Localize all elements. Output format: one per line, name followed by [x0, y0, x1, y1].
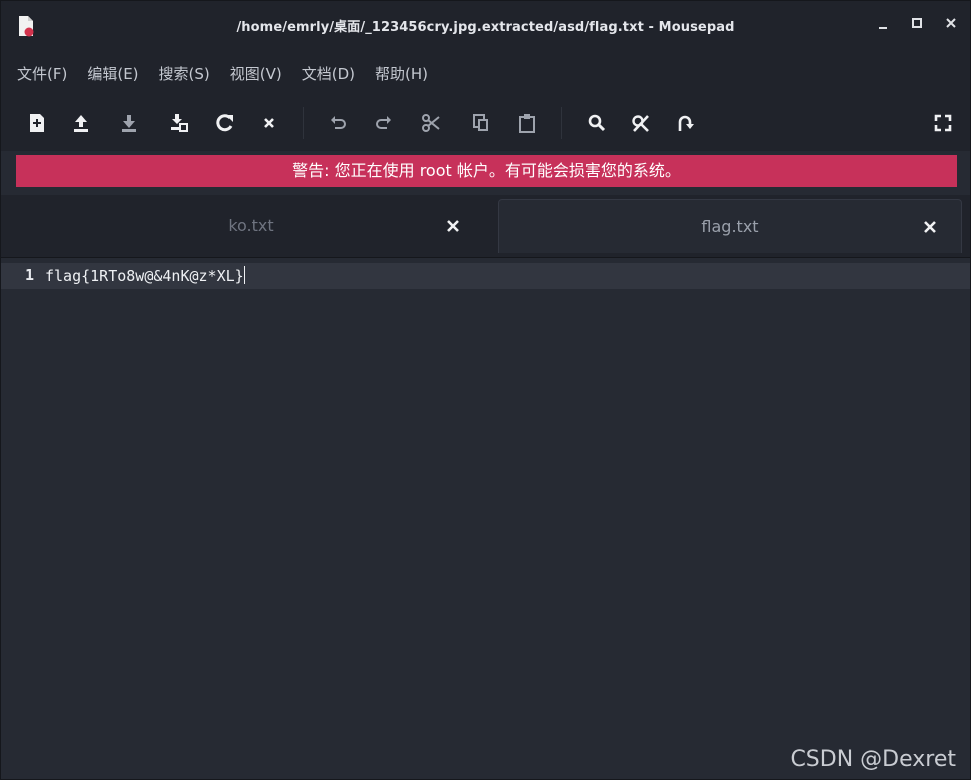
- root-warning-banner: 警告: 您正在使用 root 帐户。有可能会损害您的系统。: [16, 155, 957, 187]
- undo-button[interactable]: [327, 111, 351, 135]
- toolbar-separator: [303, 107, 304, 139]
- line-text[interactable]: flag{1RTo8w@&4nK@z*XL}: [45, 266, 245, 285]
- menu-file[interactable]: 文件(F): [17, 63, 67, 84]
- toolbar-separator: [561, 107, 562, 139]
- menu-edit[interactable]: 编辑(E): [87, 63, 138, 84]
- copy-icon: [473, 114, 488, 131]
- menu-search[interactable]: 搜索(S): [159, 63, 210, 84]
- text-cursor: [243, 266, 245, 284]
- cut-button[interactable]: [419, 111, 443, 135]
- close-icon: [924, 221, 936, 233]
- go-to-line-icon: [678, 115, 694, 131]
- text-editor[interactable]: 1 flag{1RTo8w@&4nK@z*XL} CSDN @Dexret: [1, 257, 970, 779]
- toolbar: [1, 95, 970, 151]
- redo-button[interactable]: [371, 111, 395, 135]
- undo-icon: [331, 116, 346, 129]
- reload-button[interactable]: [213, 111, 237, 135]
- minimize-button[interactable]: [876, 16, 890, 30]
- watermark: CSDN @Dexret: [790, 747, 956, 772]
- maximize-icon: [912, 18, 922, 28]
- find-replace-button[interactable]: [629, 111, 653, 135]
- mousepad-window: /home/emrly/桌面/_123456cry.jpg.extracted/…: [0, 0, 971, 780]
- fullscreen-button[interactable]: [931, 111, 955, 135]
- close-document-button[interactable]: [257, 111, 281, 135]
- new-document-button[interactable]: [25, 111, 49, 135]
- tab-label: flag.txt: [701, 217, 759, 236]
- close-icon: [447, 220, 459, 232]
- open-upload-icon: [74, 115, 88, 132]
- window-controls: [876, 16, 958, 30]
- tab-bar: ko.txt flag.txt: [1, 195, 970, 257]
- redo-icon: [376, 116, 391, 129]
- tab-label: ko.txt: [228, 216, 274, 235]
- title-bar[interactable]: /home/emrly/桌面/_123456cry.jpg.extracted/…: [1, 1, 970, 51]
- line-content: flag{1RTo8w@&4nK@z*XL}: [45, 267, 244, 285]
- tab-close-button[interactable]: [446, 218, 460, 232]
- current-line[interactable]: 1 flag{1RTo8w@&4nK@z*XL}: [1, 263, 970, 289]
- menu-view[interactable]: 视图(V): [230, 63, 282, 84]
- maximize-button[interactable]: [910, 16, 924, 30]
- new-document-icon: [30, 114, 44, 132]
- menu-help[interactable]: 帮助(H): [375, 63, 428, 84]
- close-icon: [264, 118, 274, 128]
- minimize-icon: [879, 27, 887, 29]
- save-button[interactable]: [117, 111, 141, 135]
- go-to-line-button[interactable]: [673, 111, 697, 135]
- reload-icon: [216, 114, 233, 132]
- fullscreen-icon: [934, 114, 952, 132]
- copy-button[interactable]: [469, 111, 493, 135]
- close-window-button[interactable]: [944, 16, 958, 30]
- tab-flag-txt[interactable]: flag.txt: [498, 199, 962, 253]
- search-icon: [588, 114, 606, 132]
- open-button[interactable]: [69, 111, 93, 135]
- save-as-icon: [171, 114, 188, 132]
- save-as-button[interactable]: [167, 111, 191, 135]
- tab-ko-txt[interactable]: ko.txt: [16, 199, 486, 253]
- line-number: 1: [25, 266, 35, 284]
- close-icon: [946, 18, 956, 28]
- menu-bar: 文件(F) 编辑(E) 搜索(S) 视图(V) 文档(D) 帮助(H): [1, 51, 970, 95]
- save-download-icon: [122, 115, 136, 132]
- search-button[interactable]: [585, 111, 609, 135]
- find-replace-icon: [632, 115, 649, 132]
- paste-icon: [519, 114, 535, 133]
- menu-document[interactable]: 文档(D): [302, 63, 355, 84]
- window-title: /home/emrly/桌面/_123456cry.jpg.extracted/…: [236, 20, 735, 35]
- paste-button[interactable]: [515, 111, 539, 135]
- cut-icon: [422, 114, 440, 132]
- tab-close-button[interactable]: [923, 219, 937, 233]
